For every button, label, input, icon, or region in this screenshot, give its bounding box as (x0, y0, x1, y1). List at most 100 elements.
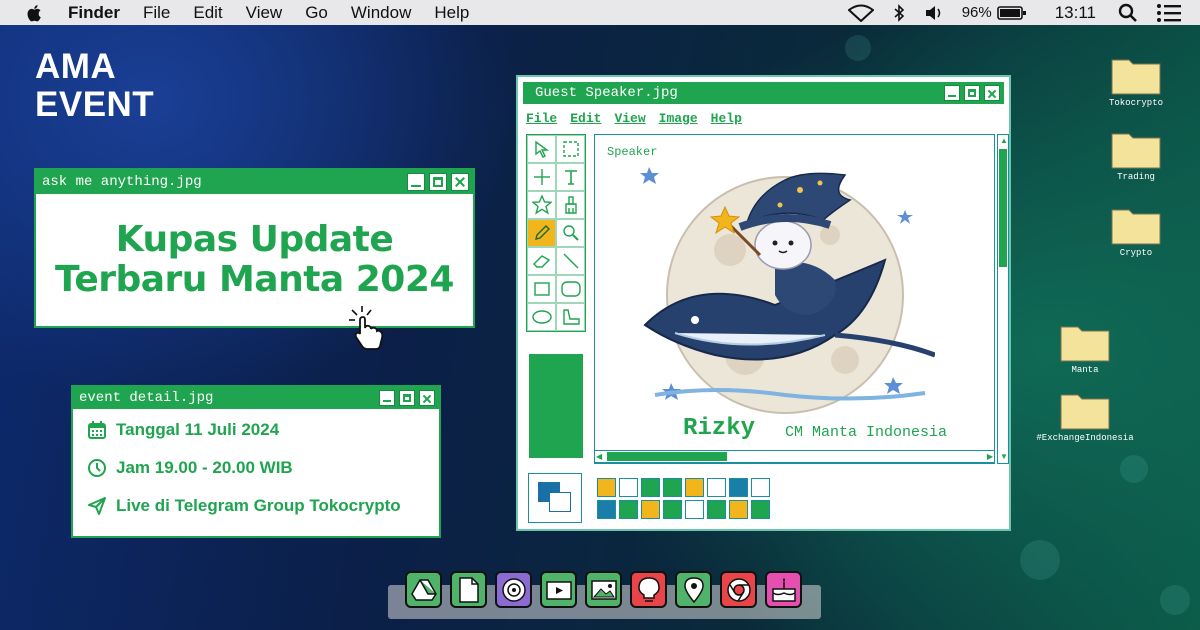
palette-swatch[interactable] (619, 478, 638, 497)
text-tool-icon[interactable] (556, 163, 585, 191)
topic-line-2: Terbaru Manta 2024 (55, 259, 454, 300)
dock-lightbulb[interactable] (630, 571, 667, 608)
wizard-mascot-illustration (640, 167, 935, 414)
vertical-scrollbar[interactable]: ▲ ▼ (997, 134, 1009, 464)
dock-video[interactable] (540, 571, 577, 608)
palette-swatch[interactable] (663, 478, 682, 497)
palette-swatch[interactable] (641, 478, 660, 497)
close-icon[interactable] (984, 85, 1000, 101)
drive-icon (410, 578, 437, 601)
star-icon[interactable] (527, 191, 556, 219)
battery-icon[interactable] (996, 5, 1027, 21)
scroll-thumb[interactable] (607, 452, 727, 461)
palette-swatch[interactable] (663, 500, 682, 519)
rect-select-icon[interactable] (556, 135, 585, 163)
volume-icon[interactable] (924, 4, 944, 22)
chrome-icon (726, 577, 751, 602)
palette-swatch[interactable] (597, 478, 616, 497)
wifi-icon[interactable] (847, 4, 874, 22)
minimize-icon[interactable] (944, 85, 960, 101)
podcast-icon (501, 577, 526, 602)
folder-manta[interactable]: Manta (1025, 322, 1145, 375)
folder-crypto[interactable]: Crypto (1076, 205, 1196, 258)
folder-exchange-indonesia[interactable]: #ExchangeIndonesia (1025, 390, 1145, 443)
telegram-send-icon (88, 497, 106, 515)
menu-image[interactable]: Image (659, 111, 698, 130)
folder-tokocrypto[interactable]: Tokocrypto (1076, 55, 1196, 108)
dock-file[interactable] (450, 571, 487, 608)
spotlight-search-icon[interactable] (1118, 3, 1138, 23)
menu-clock[interactable]: 13:11 (1055, 3, 1096, 23)
menu-edit[interactable]: Edit (193, 3, 222, 23)
palette-swatch[interactable] (685, 478, 704, 497)
line-tool-icon[interactable] (556, 247, 585, 275)
dock-image[interactable] (585, 571, 622, 608)
crosshair-icon[interactable] (527, 163, 556, 191)
polygon-tool-icon[interactable] (556, 303, 585, 331)
minimize-icon[interactable] (379, 390, 395, 406)
maximize-icon[interactable] (429, 173, 447, 191)
horizontal-scrollbar[interactable]: ◀ ▶ (594, 450, 995, 463)
dock-drive[interactable] (405, 571, 442, 608)
bluetooth-icon[interactable] (892, 3, 906, 22)
folder-label: Crypto (1119, 248, 1153, 258)
palette-swatch[interactable] (729, 500, 748, 519)
menu-file[interactable]: File (143, 3, 170, 23)
close-icon[interactable] (451, 173, 469, 191)
apple-icon[interactable] (24, 3, 46, 23)
maximize-icon[interactable] (964, 85, 980, 101)
window-title-bar[interactable]: ask me anything.jpg (36, 170, 473, 194)
palette-swatch[interactable] (729, 478, 748, 497)
minimize-icon[interactable] (407, 173, 425, 191)
background-color[interactable] (549, 492, 571, 512)
window-title-bar[interactable]: event detail.jpg (73, 387, 439, 409)
file-icon (458, 576, 479, 603)
select-arrow-icon[interactable] (527, 135, 556, 163)
bokeh-light (1120, 455, 1148, 483)
control-center-icon[interactable] (1156, 3, 1182, 23)
pencil-icon[interactable] (527, 219, 556, 247)
dock-cake[interactable] (765, 571, 802, 608)
folder-trading[interactable]: Trading (1076, 129, 1196, 182)
scroll-thumb[interactable] (999, 149, 1007, 267)
dock-items (405, 571, 802, 608)
scroll-up-icon[interactable]: ▲ (1000, 136, 1008, 146)
scroll-down-icon[interactable]: ▼ (1000, 452, 1008, 462)
menu-view[interactable]: View (246, 3, 283, 23)
window-title: ask me anything.jpg (42, 174, 202, 190)
menu-app-name[interactable]: Finder (68, 3, 120, 23)
palette-swatch[interactable] (619, 500, 638, 519)
window-title-bar[interactable]: Guest Speaker.jpg (523, 82, 1004, 104)
eraser-icon[interactable] (527, 247, 556, 275)
palette-swatch[interactable] (751, 478, 770, 497)
zoom-icon[interactable] (556, 219, 585, 247)
ellipse-tool-icon[interactable] (527, 303, 556, 331)
menu-file[interactable]: File (526, 111, 557, 130)
palette-swatch[interactable] (707, 478, 726, 497)
menu-go[interactable]: Go (305, 3, 328, 23)
menu-view[interactable]: View (614, 111, 645, 130)
rounded-rect-tool-icon[interactable] (556, 275, 585, 303)
menu-help[interactable]: Help (434, 3, 469, 23)
rectangle-tool-icon[interactable] (527, 275, 556, 303)
palette-swatch[interactable] (707, 500, 726, 519)
brush-icon[interactable] (556, 191, 585, 219)
maximize-icon[interactable] (399, 390, 415, 406)
menu-help[interactable]: Help (711, 111, 742, 130)
menu-window[interactable]: Window (351, 3, 411, 23)
guest-speaker-window: Guest Speaker.jpg File Edit View Image H… (516, 75, 1011, 531)
palette-swatch[interactable] (597, 500, 616, 519)
dock-podcast[interactable] (495, 571, 532, 608)
palette-swatch[interactable] (641, 500, 660, 519)
scroll-left-icon[interactable]: ◀ (596, 452, 602, 462)
menu-edit[interactable]: Edit (570, 111, 601, 130)
palette-swatch[interactable] (685, 500, 704, 519)
image-canvas[interactable]: Speaker Rizky CM Manta Indonesia (594, 134, 995, 464)
bokeh-light (845, 35, 871, 61)
dock-location[interactable] (675, 571, 712, 608)
dock-chrome[interactable] (720, 571, 757, 608)
scroll-right-icon[interactable]: ▶ (987, 452, 993, 462)
close-icon[interactable] (419, 390, 435, 406)
color-selector[interactable] (528, 473, 582, 523)
palette-swatch[interactable] (751, 500, 770, 519)
